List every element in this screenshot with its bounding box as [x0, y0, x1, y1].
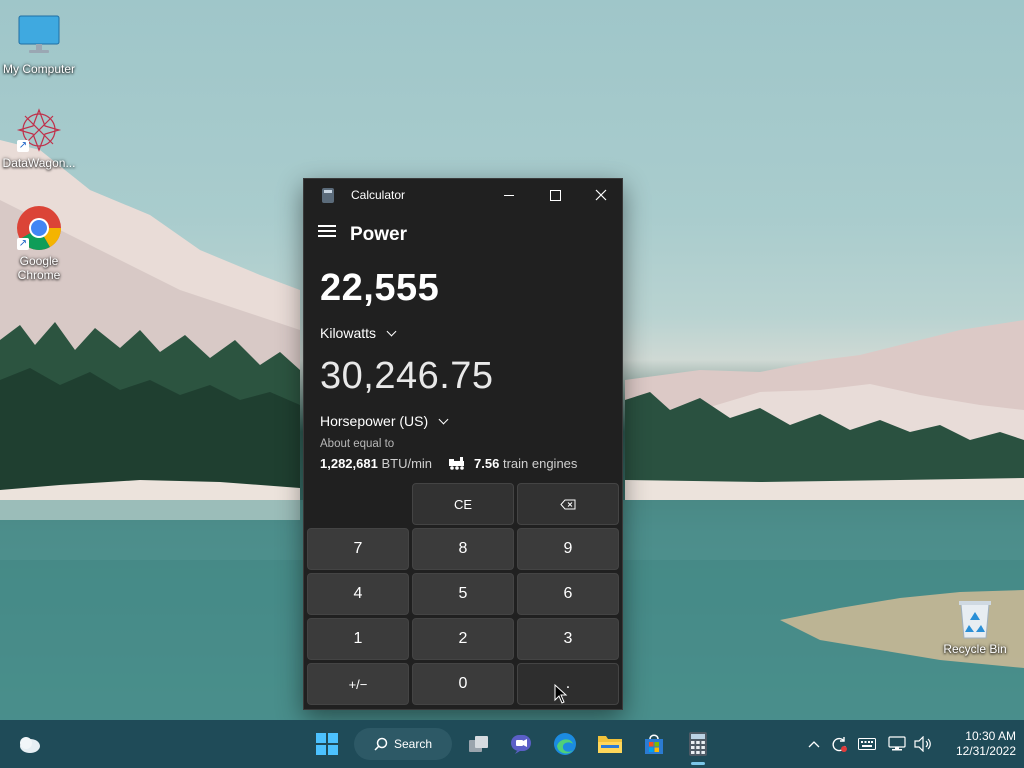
start-button[interactable]	[312, 728, 342, 760]
digit-6-button[interactable]: 6	[517, 573, 619, 615]
negate-button[interactable]: +/−	[307, 663, 409, 705]
calculator-window: Calculator Power 22,555 Kilowatts 30,246…	[303, 178, 623, 710]
desktop-icon-label: Recycle Bin	[943, 642, 1007, 656]
search-button[interactable]: Search	[354, 728, 452, 760]
datawagon-logo-icon: ↗	[15, 106, 63, 154]
desktop-icon-datawagon[interactable]: ↗ DataWagon...	[0, 106, 78, 170]
network-button[interactable]	[886, 728, 908, 760]
volume-button[interactable]	[912, 728, 934, 760]
desktop-icon-my-computer[interactable]: My Computer	[0, 12, 78, 76]
shortcut-arrow-icon: ↗	[17, 238, 29, 250]
calculator-taskbar-button[interactable]	[682, 728, 714, 765]
minimize-button[interactable]	[486, 179, 532, 211]
to-unit-dropdown[interactable]: Horsepower (US)	[320, 413, 449, 429]
maximize-button[interactable]	[532, 179, 578, 211]
from-unit-dropdown[interactable]: Kilowatts	[320, 325, 397, 341]
chrome-icon: ↗	[15, 204, 63, 252]
desktop-icon-google-chrome[interactable]: ↗ Google Chrome	[0, 204, 78, 282]
keyboard-icon	[858, 738, 876, 750]
about-equal-label: About equal to	[320, 438, 395, 450]
keypad-spacer	[307, 483, 409, 525]
show-hidden-icons-button[interactable]	[804, 728, 824, 760]
desktop-icon-label: DataWagon...	[2, 156, 76, 170]
volume-icon	[914, 736, 931, 752]
digit-4-button[interactable]: 4	[307, 573, 409, 615]
mode-title: Power	[350, 224, 408, 245]
equivalents-row: 1,282,681 BTU/min 7.56 train engines	[320, 456, 577, 471]
cloud-icon	[20, 737, 40, 753]
search-label: Search	[393, 737, 433, 751]
close-button[interactable]	[578, 179, 624, 211]
calculator-icon	[689, 732, 707, 756]
equivalent-btu: 1,282,681 BTU/min	[320, 456, 433, 471]
taskbar: Search 10:30 AM 12/31/2022	[0, 720, 1024, 768]
title-bar[interactable]: Calculator	[304, 179, 622, 211]
backspace-icon	[560, 499, 576, 509]
store-icon	[645, 734, 663, 754]
to-unit-label: Horsepower (US)	[320, 413, 429, 429]
network-icon	[888, 736, 906, 751]
close-icon	[595, 189, 607, 201]
teams-chat-icon	[511, 735, 531, 754]
clock-date: 12/31/2022	[955, 744, 1016, 758]
chat-button[interactable]	[505, 728, 537, 760]
desktop-icon-label: Google Chrome	[17, 254, 61, 282]
chevron-down-icon	[438, 414, 449, 424]
search-icon	[374, 737, 388, 751]
digit-8-button[interactable]: 8	[412, 528, 514, 570]
digit-5-button[interactable]: 5	[412, 573, 514, 615]
file-explorer-button[interactable]	[594, 728, 626, 760]
weather-widget-button[interactable]	[14, 728, 44, 760]
folder-icon	[598, 736, 622, 753]
task-view-icon	[469, 736, 488, 752]
store-button[interactable]	[638, 728, 670, 760]
digit-9-button[interactable]: 9	[517, 528, 619, 570]
equivalent-train-engines: 7.56 train engines	[448, 456, 577, 471]
digit-1-button[interactable]: 1	[307, 618, 409, 660]
train-icon	[449, 457, 465, 470]
sync-status-button[interactable]	[828, 728, 850, 760]
clock-time: 10:30 AM	[965, 729, 1016, 743]
digit-7-button[interactable]: 7	[307, 528, 409, 570]
mouse-cursor-icon	[554, 684, 568, 704]
digit-3-button[interactable]: 3	[517, 618, 619, 660]
decimal-button[interactable]: .	[517, 663, 619, 705]
chevron-down-icon	[386, 326, 397, 336]
task-view-button[interactable]	[463, 728, 495, 760]
recycle-bin-icon	[955, 598, 995, 640]
clear-entry-button[interactable]: CE	[412, 483, 514, 525]
clock-button[interactable]: 10:30 AM 12/31/2022	[940, 729, 1016, 759]
edge-icon	[554, 733, 576, 755]
windows-logo-icon	[316, 733, 338, 755]
chevron-up-icon	[808, 741, 820, 748]
digit-0-button[interactable]: 0	[412, 663, 514, 705]
digit-2-button[interactable]: 2	[412, 618, 514, 660]
backspace-button[interactable]	[517, 483, 619, 525]
keyboard-button[interactable]	[856, 728, 878, 760]
window-title: Calculator	[351, 188, 406, 202]
calculator-app-icon	[322, 188, 334, 203]
sync-icon	[832, 737, 847, 752]
output-value[interactable]: 30,246.75	[320, 355, 494, 398]
monitor-icon	[15, 12, 63, 60]
edge-button[interactable]	[549, 728, 581, 760]
shortcut-arrow-icon: ↗	[17, 140, 29, 152]
desktop-icon-label: My Computer	[2, 62, 76, 76]
from-unit-label: Kilowatts	[320, 325, 377, 341]
desktop-icon-recycle-bin[interactable]: Recycle Bin	[936, 598, 1014, 656]
input-value[interactable]: 22,555	[320, 267, 439, 310]
hamburger-menu-button[interactable]	[318, 225, 336, 239]
